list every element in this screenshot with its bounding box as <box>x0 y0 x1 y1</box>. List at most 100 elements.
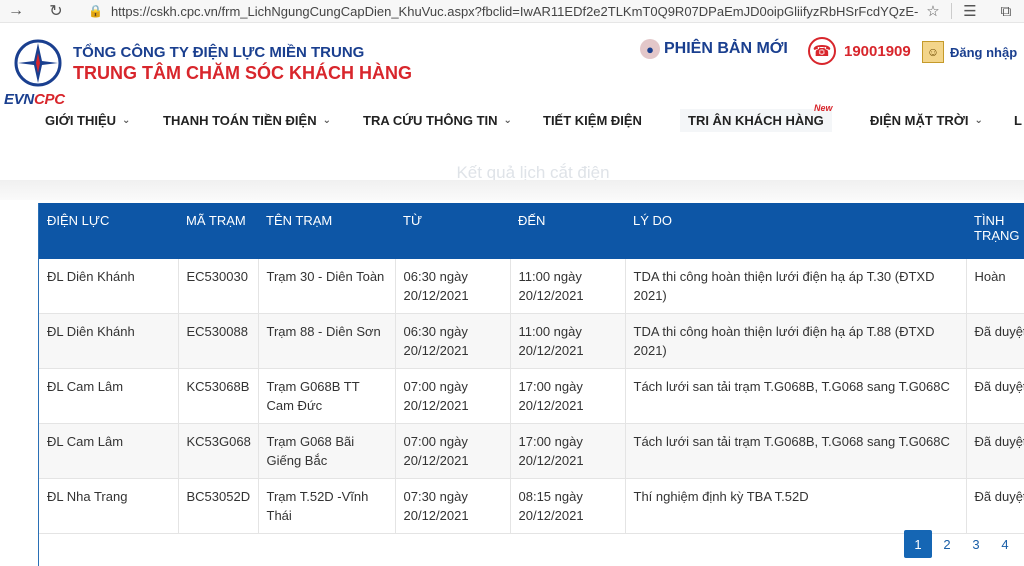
col-header-den[interactable]: ĐẾN <box>510 203 625 259</box>
cell-tu: 07:00 ngày 20/12/2021 <box>395 368 511 424</box>
cell-den: 11:00 ngày 20/12/2021 <box>510 313 626 369</box>
site-header: EVNCPC TỔNG CÔNG TY ĐIỆN LỰC MIỀN TRUNG … <box>0 23 1024 203</box>
cell-ma-tram: EC530030 <box>178 259 259 314</box>
page-4-button[interactable]: 4 <box>991 530 1019 558</box>
table-row: ĐL Nha Trang BC53052D Trạm T.52D -Vĩnh T… <box>39 478 1024 534</box>
reload-icon[interactable]: ↻ <box>44 0 68 22</box>
nav-more[interactable]: L <box>1014 113 1022 128</box>
nav-label: THANH TOÁN TIỀN ĐIỆN <box>163 113 317 128</box>
cell-tinh-trang: Đã duyệt <box>966 423 1024 479</box>
table-row: ĐL Diên Khánh EC530088 Trạm 88 - Diên Sơ… <box>39 313 1024 369</box>
company-name: TỔNG CÔNG TY ĐIỆN LỰC MIỀN TRUNG <box>73 44 365 61</box>
page-3-button[interactable]: 3 <box>962 530 990 558</box>
user-icon: ☺ <box>922 41 944 63</box>
login-link[interactable]: ☺ Đăng nhập <box>922 41 1017 63</box>
table-row: ĐL Cam Lâm KC53068B Trạm G068B TT Cam Đứ… <box>39 368 1024 424</box>
nav-label: ĐIỆN MẶT TRỜI <box>870 113 969 128</box>
cell-den: 17:00 ngày 20/12/2021 <box>510 423 626 479</box>
cell-ma-tram: BC53052D <box>178 478 259 534</box>
new-version-label: PHIÊN BẢN MỚI <box>664 40 788 57</box>
cell-tinh-trang: Đã duyệt <box>966 368 1024 424</box>
nav-label: L <box>1014 113 1022 128</box>
cell-ly-do: Tách lưới san tải trạm T.G068B, T.G068 s… <box>625 423 967 479</box>
cell-ten-tram: Trạm G068B TT Cam Đức <box>258 368 396 424</box>
collections-icon[interactable]: ⧉ <box>988 3 1024 20</box>
col-header-tu[interactable]: TỪ <box>395 203 510 259</box>
nav-tri-an[interactable]: TRI ÂN KHÁCH HÀNG <box>680 109 832 132</box>
brand-cpc: CPC <box>33 91 65 108</box>
lock-icon[interactable]: 🔒 <box>88 4 103 18</box>
cell-tinh-trang: Đã duyệt <box>966 478 1024 534</box>
browser-toolbar: → ↻ 🔒 https://cskh.cpc.vn/frm_LichNgungC… <box>0 0 1024 23</box>
brand-evn: EVN <box>4 91 34 108</box>
chevron-down-icon: ⌄ <box>974 115 983 126</box>
forward-icon[interactable]: → <box>4 0 28 22</box>
nav-label: TIẾT KIỆM ĐIỆN <box>543 113 642 128</box>
col-header-ma-tram[interactable]: MÃ TRẠM <box>178 203 258 259</box>
cell-ten-tram: Trạm 88 - Diên Sơn <box>258 313 396 369</box>
evn-logo-icon[interactable] <box>14 39 62 87</box>
cell-tu: 06:30 ngày 20/12/2021 <box>395 259 511 314</box>
col-header-ten-tram[interactable]: TÊN TRẠM <box>258 203 395 259</box>
nav-gioi-thieu[interactable]: GIỚI THIỆU ⌄ <box>45 113 130 128</box>
new-badge: New <box>814 103 833 113</box>
cell-ten-tram: Trạm 30 - Diên Toàn <box>258 259 396 314</box>
hotline-number: 19001909 <box>844 42 911 60</box>
cell-den: 08:15 ngày 20/12/2021 <box>510 478 626 534</box>
favorite-icon[interactable]: ☆ <box>915 2 951 20</box>
hotline[interactable]: ☎ 19001909 <box>808 37 911 65</box>
new-version-link[interactable]: ● PHIÊN BẢN MỚI <box>640 39 788 59</box>
nav-label: TRA CỨU THÔNG TIN <box>363 113 498 128</box>
center-name: TRUNG TÂM CHĂM SÓC KHÁCH HÀNG <box>73 63 412 83</box>
browser-actions: ☆ ☰ ⧉ <box>915 0 1024 22</box>
chevron-down-icon: ⌄ <box>322 115 331 126</box>
cell-tu: 07:00 ngày 20/12/2021 <box>395 423 511 479</box>
nav-tra-cuu[interactable]: TRA CỨU THÔNG TIN ⌄ <box>363 113 512 128</box>
favorites-list-icon[interactable]: ☰ <box>952 2 988 20</box>
nav-thanh-toan[interactable]: THANH TOÁN TIỀN ĐIỆN ⌄ <box>163 113 331 128</box>
nav-label: TRI ÂN KHÁCH HÀNG <box>688 113 824 128</box>
cell-tu: 07:30 ngày 20/12/2021 <box>395 478 511 534</box>
cell-tinh-trang: Hoàn <box>966 259 1024 314</box>
cell-dien-luc: ĐL Diên Khánh <box>39 313 179 369</box>
chevron-down-icon: ⌄ <box>122 115 131 126</box>
page-2-button[interactable]: 2 <box>933 530 961 558</box>
col-header-tinh-trang[interactable]: TÌNH TRẠNG <box>966 203 1024 259</box>
cell-dien-luc: ĐL Diên Khánh <box>39 259 179 314</box>
nav-label: GIỚI THIỆU <box>45 113 117 128</box>
cell-ten-tram: Trạm T.52D -Vĩnh Thái <box>258 478 396 534</box>
cell-ly-do: TDA thi công hoàn thiện lưới điện hạ áp … <box>625 313 967 369</box>
header-divider <box>0 180 1024 200</box>
main-nav: GIỚI THIỆU ⌄ THANH TOÁN TIỀN ĐIỆN ⌄ TRA CỨ… <box>0 107 1024 137</box>
cell-tu: 06:30 ngày 20/12/2021 <box>395 313 511 369</box>
cell-dien-luc: ĐL Cam Lâm <box>39 368 179 424</box>
evncpc-wordmark[interactable]: EVNCPC <box>4 91 65 108</box>
outage-table-container: ĐIỆN LỰC MÃ TRẠM TÊN TRẠM TỪ ĐẾN LÝ DO T… <box>38 203 1024 566</box>
globe-icon: ● <box>640 39 660 59</box>
col-header-dien-luc[interactable]: ĐIỆN LỰC <box>39 203 178 259</box>
cell-ly-do: Tách lưới san tải trạm T.G068B, T.G068 s… <box>625 368 967 424</box>
address-bar[interactable]: 🔒 https://cskh.cpc.vn/frm_LichNgungCungC… <box>88 0 918 22</box>
login-label: Đăng nhập <box>950 44 1018 60</box>
cell-den: 17:00 ngày 20/12/2021 <box>510 368 626 424</box>
page-1-button[interactable]: 1 <box>904 530 932 558</box>
cell-ly-do: TDA thi công hoàn thiện lưới điện hạ áp … <box>625 259 967 314</box>
nav-dien-mat-troi[interactable]: ĐIỆN MẶT TRỜI ⌄ <box>870 113 983 128</box>
pagination: 1 2 3 4 <box>904 530 1020 558</box>
cell-tinh-trang: Đã duyệt <box>966 313 1024 369</box>
nav-tiet-kiem[interactable]: TIẾT KIỆM ĐIỆN <box>543 113 642 128</box>
cell-ma-tram: KC53G068 <box>178 423 259 479</box>
table-row: ĐL Diên Khánh EC530030 Trạm 30 - Diên To… <box>39 259 1024 314</box>
phone-icon: ☎ <box>808 37 836 65</box>
cell-dien-luc: ĐL Cam Lâm <box>39 423 179 479</box>
chevron-down-icon: ⌄ <box>503 115 512 126</box>
cell-dien-luc: ĐL Nha Trang <box>39 478 179 534</box>
url-text: https://cskh.cpc.vn/frm_LichNgungCungCap… <box>110 3 918 19</box>
col-header-ly-do[interactable]: LÝ DO <box>625 203 966 259</box>
table-header-row: ĐIỆN LỰC MÃ TRẠM TÊN TRẠM TỪ ĐẾN LÝ DO T… <box>39 203 1024 259</box>
cell-ten-tram: Trạm G068 Bãi Giếng Bắc <box>258 423 396 479</box>
outage-schedule-table: ĐIỆN LỰC MÃ TRẠM TÊN TRẠM TỪ ĐẾN LÝ DO T… <box>39 203 1024 534</box>
cell-den: 11:00 ngày 20/12/2021 <box>510 259 626 314</box>
cell-ly-do: Thí nghiệm định kỳ TBA T.52D <box>625 478 967 534</box>
table-row: ĐL Cam Lâm KC53G068 Trạm G068 Bãi Giếng … <box>39 423 1024 479</box>
